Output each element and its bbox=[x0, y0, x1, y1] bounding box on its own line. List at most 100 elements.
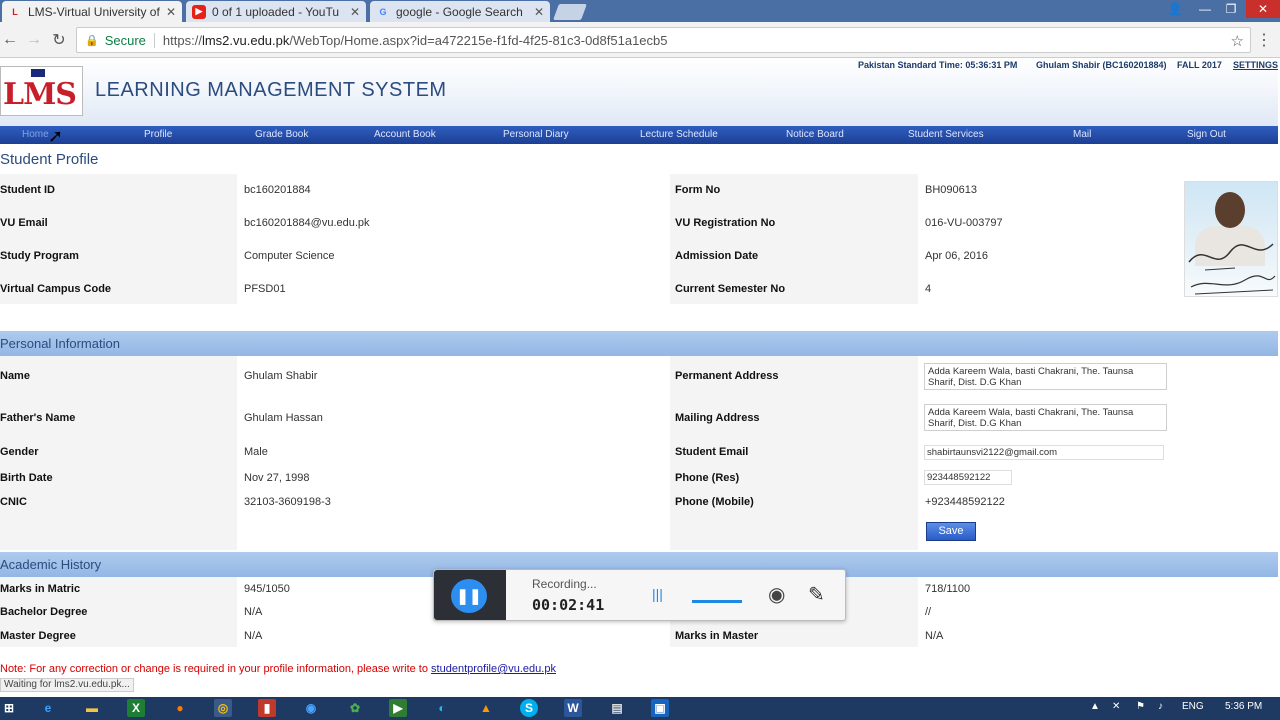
student-profile-heading: Student Profile bbox=[0, 151, 99, 168]
volume-icon[interactable]: ♪ bbox=[1158, 701, 1163, 712]
folder-icon[interactable]: ▬ bbox=[83, 699, 101, 717]
start-icon[interactable]: ⊞ bbox=[0, 699, 18, 717]
minimize-icon[interactable]: — bbox=[1192, 0, 1218, 18]
pause-button[interactable]: ❚❚ bbox=[451, 579, 487, 613]
nav-grade-book[interactable]: Grade Book bbox=[255, 129, 308, 140]
form-no-label: Form No bbox=[675, 184, 721, 196]
clock[interactable]: 5:36 PM bbox=[1225, 701, 1262, 712]
volume-slider[interactable] bbox=[692, 600, 742, 603]
student-id-label: Student ID bbox=[0, 184, 55, 196]
close-window-icon[interactable]: ✕ bbox=[1246, 0, 1280, 18]
cnic-label: CNIC bbox=[0, 496, 27, 508]
nav-lecture-schedule[interactable]: Lecture Schedule bbox=[640, 129, 718, 140]
student-photo bbox=[1184, 181, 1278, 297]
bachelor-degree-label: Bachelor Degree bbox=[0, 606, 88, 618]
address-bar-area: ← → ↻ 🔒 Secure https://lms2.vu.edu.pk/We… bbox=[0, 22, 1280, 58]
mailing-address-label: Mailing Address bbox=[675, 412, 760, 424]
tab-youtube[interactable]: ▶ 0 of 1 uploaded - YouTu ✕ bbox=[186, 1, 366, 22]
vu-email-label: VU Email bbox=[0, 217, 48, 229]
edge-icon[interactable]: ◐ bbox=[433, 699, 451, 717]
vu-registration-label: VU Registration No bbox=[675, 217, 776, 229]
player-icon[interactable]: ▶ bbox=[389, 699, 407, 717]
ie-icon[interactable]: e bbox=[39, 699, 57, 717]
bookmark-star-icon[interactable]: ☆ bbox=[1231, 32, 1244, 50]
network-tray-icon[interactable]: ✕ bbox=[1112, 701, 1120, 712]
profile-email-link[interactable]: studentprofile@vu.edu.pk bbox=[431, 663, 556, 675]
skype-icon[interactable]: S bbox=[520, 699, 538, 717]
student-email-field[interactable]: shabirtaunsvi2122@gmail.com bbox=[924, 445, 1164, 460]
matric-marks-label: Marks in Matric bbox=[0, 583, 81, 595]
master-marks-value: N/A bbox=[925, 630, 944, 642]
lms-logo[interactable]: LMS bbox=[0, 66, 83, 116]
close-icon[interactable]: ✕ bbox=[350, 5, 360, 19]
reload-icon[interactable]: ↻ bbox=[49, 30, 69, 50]
nav-personal-diary[interactable]: Personal Diary bbox=[503, 129, 569, 140]
graduation-cap-icon bbox=[31, 69, 45, 77]
phone-res-field[interactable]: 923448592122 bbox=[924, 470, 1012, 485]
close-icon[interactable]: ✕ bbox=[534, 5, 544, 19]
birth-date-value: Nov 27, 1998 bbox=[244, 472, 310, 484]
name-label: Name bbox=[0, 370, 30, 382]
recorder-icon[interactable]: ▣ bbox=[651, 699, 669, 717]
windows-taskbar: ⊞ e ▬ X ● ◎ ▮ ◉ ✿ ▶ ◐ ▲ S W ▤ ▣ ▲ ✕ ⚑ ♪ … bbox=[0, 697, 1280, 720]
settings-link[interactable]: SETTINGS bbox=[1233, 60, 1278, 70]
tab-title: LMS-Virtual University of bbox=[28, 4, 160, 19]
vlc-icon[interactable]: ▲ bbox=[477, 699, 495, 717]
main-nav: Home Profile Grade Book Account Book Per… bbox=[0, 126, 1278, 144]
nav-notice-board[interactable]: Notice Board bbox=[786, 129, 844, 140]
notepad-icon[interactable]: ▤ bbox=[608, 699, 626, 717]
audio-meter-icon: ||| bbox=[652, 586, 663, 602]
admission-date-label: Admission Date bbox=[675, 250, 759, 262]
maximize-icon[interactable]: ❐ bbox=[1218, 0, 1244, 18]
youtube-icon: ▶ bbox=[192, 4, 206, 19]
firefox-icon[interactable]: ● bbox=[171, 699, 189, 717]
language-indicator[interactable]: ENG bbox=[1182, 701, 1204, 712]
network-icon[interactable]: ✿ bbox=[346, 699, 364, 717]
pdf-icon[interactable]: ▮ bbox=[258, 699, 276, 717]
forward-arrow-icon[interactable]: → bbox=[24, 30, 44, 50]
save-button[interactable]: Save bbox=[926, 522, 976, 541]
nav-profile[interactable]: Profile bbox=[144, 129, 172, 140]
nav-student-services[interactable]: Student Services bbox=[908, 129, 984, 140]
permanent-address-field[interactable]: Adda Kareem Wala, basti Chakrani, The. T… bbox=[924, 363, 1167, 390]
nav-sign-out[interactable]: Sign Out bbox=[1187, 129, 1226, 140]
correction-note: Note: For any correction or change is re… bbox=[0, 663, 556, 675]
nav-mail[interactable]: Mail bbox=[1073, 129, 1091, 140]
media-icon[interactable]: ◉ bbox=[302, 699, 320, 717]
url-text: https://lms2.vu.edu.pk/WebTop/Home.aspx?… bbox=[162, 32, 668, 48]
excel-icon[interactable]: X bbox=[127, 699, 145, 717]
menu-dots-icon[interactable]: ⋮ bbox=[1256, 30, 1272, 50]
nav-account-book[interactable]: Account Book bbox=[374, 129, 436, 140]
recording-widget: ❚❚ Recording... 00:02:41 ||| ◉ ✎ bbox=[433, 569, 846, 621]
chrome-icon[interactable]: ◎ bbox=[214, 699, 232, 717]
tray-chevron-icon[interactable]: ▲ bbox=[1090, 701, 1100, 712]
term-label: FALL 2017 bbox=[1177, 60, 1222, 70]
webcam-icon[interactable]: ◉ bbox=[768, 582, 785, 607]
tab-lms[interactable]: L LMS-Virtual University of ✕ bbox=[2, 1, 182, 22]
profile-icon[interactable]: 👤 bbox=[1162, 0, 1188, 18]
form-no-value: BH090613 bbox=[925, 184, 977, 196]
inter-marks-value: 718/1100 bbox=[925, 583, 971, 595]
lock-icon: 🔒 bbox=[85, 34, 99, 47]
new-tab-button[interactable] bbox=[553, 4, 587, 20]
master-degree-value: N/A bbox=[244, 630, 263, 642]
flag-icon[interactable]: ⚑ bbox=[1136, 701, 1145, 712]
birth-date-label: Birth Date bbox=[0, 472, 53, 484]
tab-google[interactable]: G google - Google Search ✕ bbox=[370, 1, 550, 22]
mailing-address-field[interactable]: Adda Kareem Wala, basti Chakrani, The. T… bbox=[924, 404, 1167, 431]
tab-title: google - Google Search bbox=[396, 4, 523, 19]
name-value: Ghulam Shabir bbox=[244, 370, 318, 382]
nav-home[interactable]: Home bbox=[22, 129, 49, 140]
browser-tab-strip: L LMS-Virtual University of ✕ ▶ 0 of 1 u… bbox=[0, 0, 1280, 22]
back-arrow-icon[interactable]: ← bbox=[0, 30, 20, 50]
pen-icon[interactable]: ✎ bbox=[808, 582, 825, 607]
admission-date-value: Apr 06, 2016 bbox=[925, 250, 988, 262]
study-program-value: Computer Science bbox=[244, 250, 335, 262]
word-icon[interactable]: W bbox=[564, 699, 582, 717]
close-icon[interactable]: ✕ bbox=[166, 5, 176, 19]
campus-code-label: Virtual Campus Code bbox=[0, 283, 112, 295]
url-input[interactable]: 🔒 Secure https://lms2.vu.edu.pk/WebTop/H… bbox=[76, 27, 1251, 53]
recording-label: Recording... bbox=[532, 577, 597, 591]
campus-code-value: PFSD01 bbox=[244, 283, 286, 295]
google-icon: G bbox=[379, 6, 387, 17]
